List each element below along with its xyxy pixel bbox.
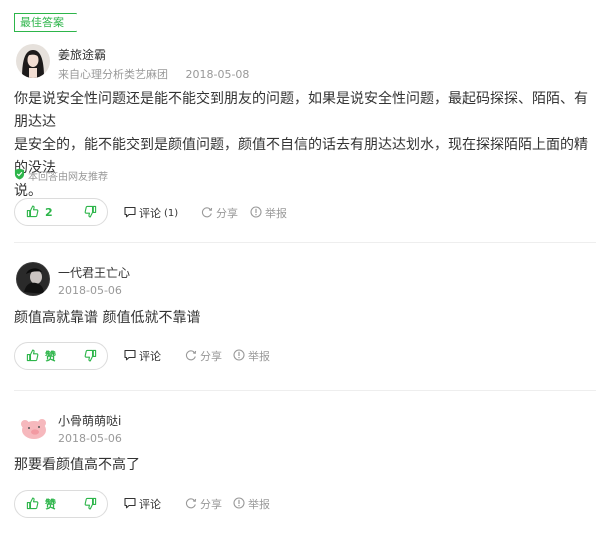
thumbs-down-icon <box>84 495 97 514</box>
comment-label: 评论 <box>139 498 161 511</box>
comment-count: (1) <box>164 207 179 219</box>
like-button[interactable]: 赞 <box>15 343 69 369</box>
report-button[interactable]: 举报 <box>250 205 287 221</box>
thumbs-up-icon <box>26 495 39 514</box>
answer-meta: 来自心理分析类艺麻团 2018-05-08 <box>58 66 249 82</box>
report-icon <box>233 348 245 364</box>
like-button[interactable]: 2 <box>15 199 69 225</box>
report-button[interactable]: 举报 <box>233 496 270 512</box>
share-icon <box>185 497 197 512</box>
recommend-note: 本回答由网友推荐 <box>14 168 108 183</box>
report-button[interactable]: 举报 <box>233 348 270 364</box>
share-button[interactable]: 分享 <box>185 348 222 364</box>
thumbs-up-icon <box>26 347 39 366</box>
best-answer-badge: 最佳答案 <box>14 13 77 32</box>
username[interactable]: 姜旅途霸 <box>58 46 106 63</box>
answer-source[interactable]: 来自心理分析类艺麻团 <box>58 68 168 81</box>
username[interactable]: 一代君王亡心 <box>58 264 130 281</box>
comment-label: 评论 <box>139 207 161 220</box>
report-label: 举报 <box>248 350 270 363</box>
thumbs-up-icon <box>26 203 39 222</box>
report-label: 举报 <box>248 498 270 511</box>
share-icon <box>185 349 197 364</box>
like-count: 2 <box>45 205 53 219</box>
avatar[interactable] <box>16 262 50 296</box>
answer-line: 颜值高就靠谱 颜值低就不靠谱 <box>14 310 201 326</box>
answer-line: 你是说安全性问题还是能不能交到朋友的问题，如果是说安全性问题，最起码探探、陌陌、… <box>14 91 588 130</box>
report-icon <box>233 496 245 512</box>
username[interactable]: 小骨萌萌哒i <box>58 412 121 429</box>
share-label: 分享 <box>200 498 222 511</box>
like-button[interactable]: 赞 <box>15 491 69 517</box>
share-icon <box>201 206 213 221</box>
answer-date: 2018-05-06 <box>58 284 122 297</box>
report-label: 举报 <box>265 207 287 220</box>
answer-content: 那要看颜值高不高了 <box>14 454 598 477</box>
answer-content: 你是说安全性问题还是能不能交到朋友的问题，如果是说安全性问题，最起码探探、陌陌、… <box>14 88 598 203</box>
comment-button[interactable]: 评论 (1) <box>124 205 178 221</box>
divider <box>14 242 596 243</box>
comment-button[interactable]: 评论 <box>124 348 161 364</box>
shield-check-icon <box>14 168 25 183</box>
comment-button[interactable]: 评论 <box>124 496 161 512</box>
share-button[interactable]: 分享 <box>185 496 222 512</box>
answer-content: 颜值高就靠谱 颜值低就不靠谱 <box>14 307 598 330</box>
answer-date: 2018-05-06 <box>58 432 122 445</box>
avatar[interactable] <box>16 44 50 78</box>
avatar[interactable] <box>16 410 50 444</box>
vote-group: 赞 <box>14 490 108 518</box>
answer-line: 那要看颜值高不高了 <box>14 457 140 473</box>
dislike-button[interactable] <box>75 343 105 369</box>
dislike-button[interactable] <box>75 491 105 517</box>
share-label: 分享 <box>216 207 238 220</box>
vote-group: 赞 <box>14 342 108 370</box>
comment-bubble-icon <box>124 349 136 364</box>
report-icon <box>250 205 262 221</box>
dislike-button[interactable] <box>75 199 105 225</box>
share-label: 分享 <box>200 350 222 363</box>
vote-group: 2 <box>14 198 108 226</box>
divider <box>14 390 596 391</box>
thumbs-down-icon <box>84 347 97 366</box>
comment-bubble-icon <box>124 497 136 512</box>
answer-date: 2018-05-08 <box>185 68 250 81</box>
like-label: 赞 <box>45 498 56 511</box>
share-button[interactable]: 分享 <box>201 205 238 221</box>
thumbs-down-icon <box>84 203 97 222</box>
like-label: 赞 <box>45 350 56 363</box>
recommend-text: 本回答由网友推荐 <box>28 172 108 183</box>
comment-label: 评论 <box>139 350 161 363</box>
comment-bubble-icon <box>124 206 136 221</box>
